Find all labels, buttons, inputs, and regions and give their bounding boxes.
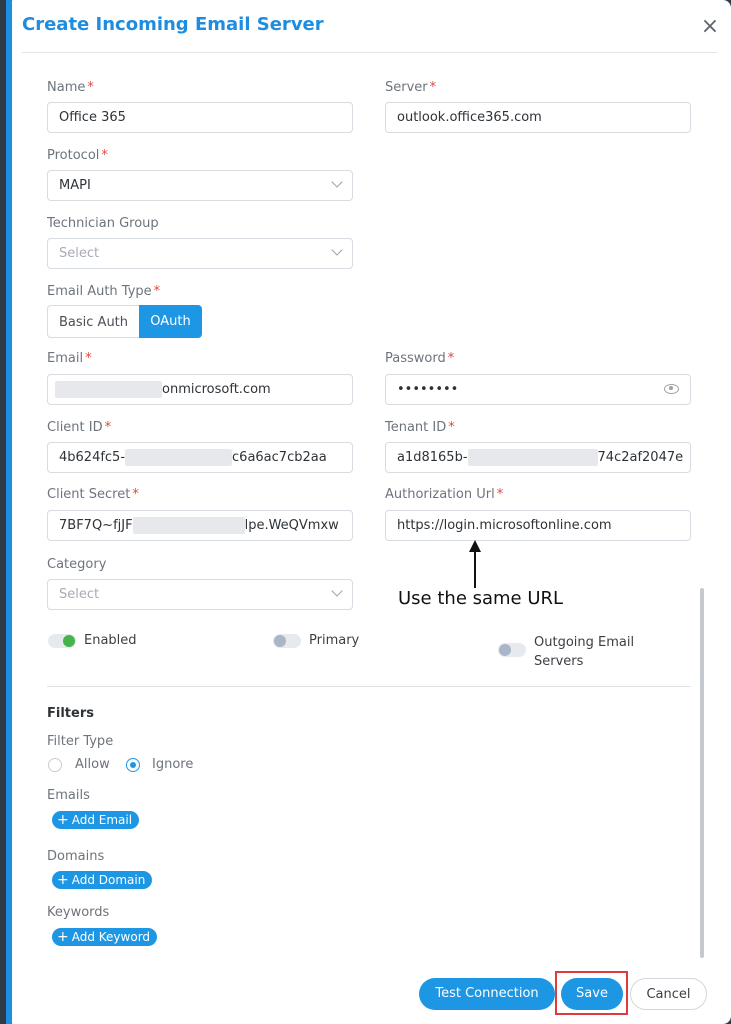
filter-type-label: Filter Type [47, 734, 114, 749]
oauth-option[interactable]: OAuth [139, 305, 203, 338]
primary-toggle[interactable] [273, 634, 301, 648]
filters-heading: Filters [47, 706, 94, 721]
technician-group-placeholder: Select [59, 246, 100, 261]
client-secret-suffix: lpe.WeQVmxw [244, 518, 339, 533]
name-input[interactable]: Office 365 [47, 102, 353, 133]
close-icon[interactable]: × [699, 16, 721, 38]
annotation-text: Use the same URL [398, 588, 564, 609]
outgoing-email-servers-toggle[interactable] [498, 643, 526, 657]
client-id-label: Client ID * [47, 420, 112, 435]
authorization-url-input[interactable]: https://login.microsoftonline.com [385, 510, 691, 541]
add-email-button[interactable]: + Add Email [52, 811, 140, 829]
domains-label: Domains [47, 849, 105, 864]
protocol-label: Protocol * [47, 148, 108, 163]
cancel-button[interactable]: Cancel [630, 978, 707, 1010]
email-auth-type-segmented: Basic Auth OAuth [47, 305, 203, 338]
allow-label: Allow [75, 757, 110, 772]
primary-label: Primary [309, 633, 360, 648]
client-secret-prefix: 7BF7Q~fjJF [59, 518, 133, 533]
emails-label: Emails [47, 788, 90, 803]
add-keyword-button[interactable]: + Add Keyword [52, 928, 158, 946]
ignore-label: Ignore [152, 757, 194, 772]
client-id-prefix: 4b624fc5- [59, 450, 126, 465]
tenant-id-suffix: 74c2af2047e [597, 450, 684, 465]
plus-icon: + [57, 929, 69, 945]
section-divider [47, 686, 691, 687]
client-id-input[interactable]: 4b624fc5- c6a6ac7cb2aa [47, 442, 353, 473]
category-select[interactable]: Select [47, 579, 353, 610]
email-auth-type-label: Email Auth Type * [47, 284, 161, 299]
protocol-value: MAPI [59, 178, 91, 193]
tenant-id-prefix: a1d8165b- [397, 450, 468, 465]
outgoing-email-servers-label: Outgoing Email Servers [534, 635, 635, 669]
enabled-toggle[interactable] [48, 634, 76, 648]
password-value: •••••••• [397, 382, 459, 397]
chevron-down-icon [331, 244, 343, 256]
technician-group-select[interactable]: Select [47, 238, 353, 269]
scrollbar[interactable] [700, 588, 704, 958]
chevron-down-icon [331, 585, 343, 597]
redacted-region [125, 449, 233, 466]
save-button[interactable]: Save [561, 978, 623, 1010]
tenant-id-label: Tenant ID * [385, 420, 455, 435]
email-input[interactable]: onmicrosoft.com [47, 374, 353, 405]
password-label: Password * [385, 351, 455, 366]
add-domain-button[interactable]: + Add Domain [52, 871, 153, 889]
chevron-down-icon [331, 176, 343, 188]
modal-title: Create Incoming Email Server [22, 14, 324, 35]
toggle-knob [499, 644, 511, 656]
annotation-arrow-shaft [474, 550, 476, 588]
server-label: Server * [385, 80, 437, 95]
ignore-radio[interactable] [126, 758, 140, 772]
enabled-label: Enabled [84, 633, 137, 648]
toggle-knob [274, 635, 286, 647]
basic-auth-option[interactable]: Basic Auth [47, 305, 140, 338]
test-connection-button[interactable]: Test Connection [419, 978, 555, 1010]
client-id-suffix: c6a6ac7cb2aa [232, 450, 327, 465]
client-secret-input[interactable]: 7BF7Q~fjJF lpe.WeQVmxw [47, 510, 353, 541]
authorization-url-label: Authorization Url * [385, 487, 504, 502]
protocol-select[interactable]: MAPI [47, 170, 353, 201]
redacted-region [132, 517, 245, 534]
modal-accent-strip [6, 0, 12, 1024]
technician-group-label: Technician Group [47, 216, 159, 231]
email-label: Email * [47, 351, 92, 366]
allow-radio[interactable] [48, 758, 62, 772]
server-input[interactable]: outlook.office365.com [385, 102, 691, 133]
email-suffix: onmicrosoft.com [162, 382, 271, 397]
eye-icon[interactable] [664, 384, 679, 394]
toggle-knob [63, 635, 75, 647]
category-label: Category [47, 557, 107, 572]
plus-icon: + [57, 812, 69, 828]
client-secret-label: Client Secret * [47, 487, 139, 502]
header-divider [22, 52, 717, 53]
category-placeholder: Select [59, 587, 100, 602]
password-input[interactable]: •••••••• [385, 374, 691, 405]
tenant-id-input[interactable]: a1d8165b- 74c2af2047e [385, 442, 691, 473]
create-incoming-email-server-modal: Create Incoming Email Server × Name * Off… [6, 0, 731, 1024]
plus-icon: + [57, 872, 69, 888]
name-label: Name * [47, 80, 94, 95]
redacted-region [467, 449, 598, 466]
redacted-region [55, 381, 162, 398]
keywords-label: Keywords [47, 905, 110, 920]
